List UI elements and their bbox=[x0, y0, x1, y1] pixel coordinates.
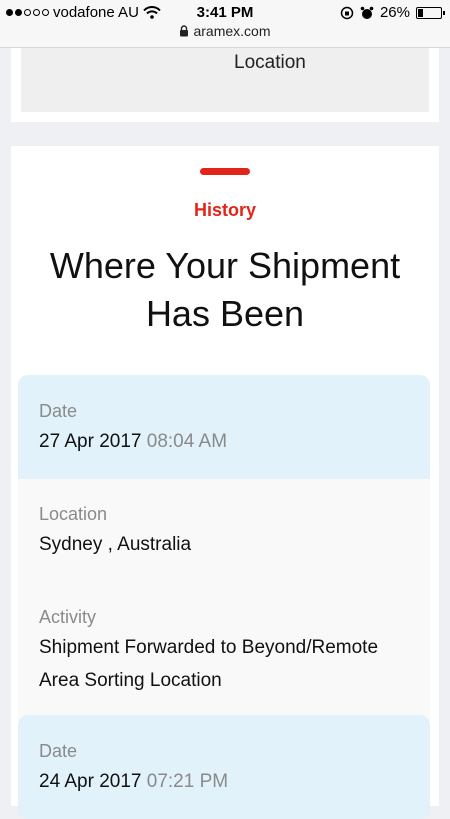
activity-value: Shipment Forwarded to Beyond/Remote Area… bbox=[39, 637, 379, 691]
status-bar: vodafone AU 3:41 PM 26% aramex.com bbox=[0, 0, 450, 48]
previous-card-panel: Location bbox=[21, 48, 429, 112]
entry-date-row: Date 24 Apr 2017 07:21 PM bbox=[18, 715, 430, 819]
battery-percent: 26% bbox=[379, 4, 410, 21]
previous-card: Location bbox=[11, 48, 439, 122]
location-label: Location bbox=[39, 504, 108, 524]
lock-icon bbox=[180, 25, 189, 37]
orientation-lock-icon bbox=[340, 6, 354, 19]
url-text[interactable]: aramex.com bbox=[193, 23, 270, 39]
previous-card-label: Location bbox=[234, 52, 306, 73]
date-value: 27 Apr 2017 08:04 AM bbox=[39, 425, 419, 458]
history-entry: Date 27 Apr 2017 08:04 AM Location Sydne… bbox=[18, 375, 430, 729]
entry-details: Location Sydney , Australia Activity Shi… bbox=[18, 479, 430, 729]
history-kicker: History bbox=[193, 200, 256, 220]
history-heading: Where Your Shipment Has Been bbox=[49, 245, 401, 334]
date-label: Date bbox=[39, 741, 78, 761]
date-value: 24 Apr 2017 07:21 PM bbox=[39, 765, 419, 798]
activity-label: Activity bbox=[39, 607, 97, 627]
system-indicators: 26% bbox=[340, 4, 445, 21]
address-bar[interactable]: aramex.com bbox=[0, 23, 450, 39]
date-text: 27 Apr 2017 bbox=[39, 431, 142, 452]
location-value: Sydney , Australia bbox=[39, 534, 192, 555]
history-card: History Where Your Shipment Has Been Dat… bbox=[11, 146, 439, 819]
time-text: 07:21 PM bbox=[146, 771, 229, 792]
battery-icon bbox=[416, 6, 445, 19]
history-entry: Date 24 Apr 2017 07:21 PM bbox=[18, 715, 430, 819]
alarm-icon bbox=[360, 6, 374, 19]
date-text: 24 Apr 2017 bbox=[39, 771, 142, 792]
date-label: Date bbox=[39, 401, 78, 421]
accent-bar bbox=[200, 168, 250, 175]
time-text: 08:04 AM bbox=[146, 431, 228, 452]
entry-date-row: Date 27 Apr 2017 08:04 AM bbox=[18, 375, 430, 479]
